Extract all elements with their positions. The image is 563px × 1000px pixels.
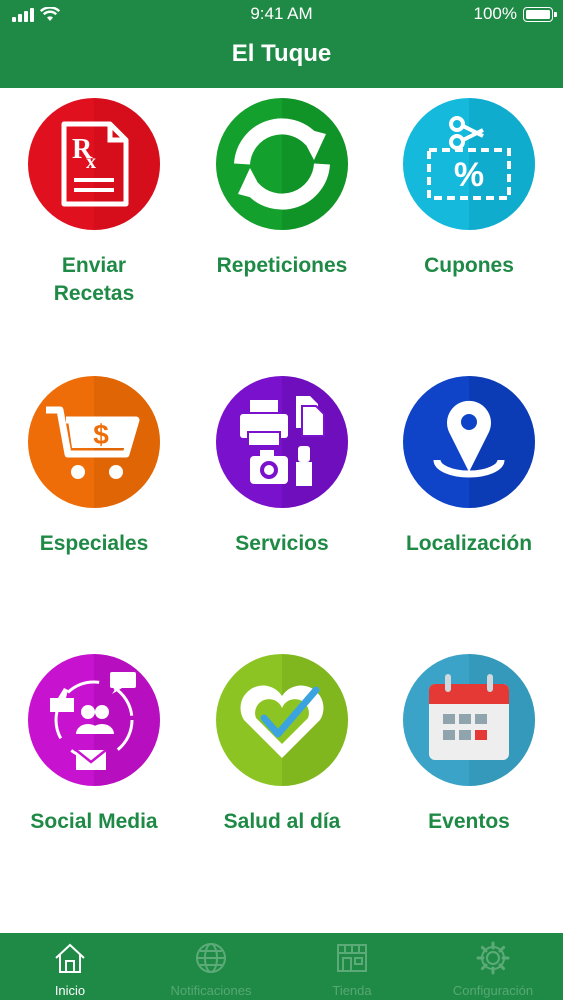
gear-icon bbox=[476, 941, 510, 975]
battery-indicator: 100% bbox=[473, 4, 557, 24]
tile-label: Especiales bbox=[39, 532, 149, 555]
refresh-arrows-icon bbox=[216, 98, 348, 230]
tile-repeticiones[interactable]: Repeticiones bbox=[188, 88, 376, 348]
tile-localizacion[interactable]: Localización bbox=[375, 366, 563, 626]
page-title: El Tuque bbox=[231, 40, 332, 67]
tile-label: Enviar Recetas bbox=[53, 254, 135, 305]
menu-grid: R x Enviar Recetas Repeticiones % Cupone… bbox=[0, 88, 563, 933]
tab-label: Configuración bbox=[452, 983, 534, 998]
location-pin-icon bbox=[403, 376, 535, 508]
bottom-tab-bar: Inicio Notificaciones Tienda Configuraci… bbox=[0, 933, 563, 1000]
battery-icon bbox=[523, 6, 557, 22]
tab-tienda[interactable]: Tienda bbox=[282, 933, 422, 1000]
status-bar: 9:41 AM 100% bbox=[0, 0, 563, 30]
tile-label: Servicios bbox=[235, 532, 329, 555]
app-header: 9:41 AM 100% El Tuque bbox=[0, 0, 563, 88]
prescription-icon: R x bbox=[28, 98, 160, 230]
tile-salud-al-dia[interactable]: Salud al día bbox=[188, 644, 376, 904]
tab-notificaciones[interactable]: Notificaciones bbox=[141, 933, 281, 1000]
tile-label: Eventos bbox=[428, 810, 510, 833]
tab-label: Notificaciones bbox=[170, 983, 252, 998]
tab-label: Tienda bbox=[332, 983, 372, 998]
home-icon bbox=[55, 943, 85, 973]
heart-check-icon bbox=[216, 654, 348, 786]
calendar-icon bbox=[403, 654, 535, 786]
tile-especiales[interactable]: $ Especiales bbox=[0, 366, 188, 626]
globe-icon bbox=[196, 943, 226, 973]
shopping-cart-dollar-icon: $ bbox=[28, 376, 160, 508]
tile-label: Social Media bbox=[30, 810, 158, 833]
tab-label: Inicio bbox=[54, 983, 86, 998]
tile-eventos[interactable]: Eventos bbox=[375, 644, 563, 904]
tile-label: Salud al día bbox=[223, 810, 341, 833]
store-icon bbox=[337, 944, 367, 972]
coupon-scissors-icon: % bbox=[403, 98, 535, 230]
tile-servicios[interactable]: Servicios bbox=[188, 366, 376, 626]
svg-text:x: x bbox=[86, 151, 96, 173]
tile-social-media[interactable]: Social Media bbox=[0, 644, 188, 904]
social-media-icon bbox=[28, 654, 160, 786]
tab-inicio[interactable]: Inicio bbox=[0, 933, 140, 1000]
tile-label: Localización bbox=[405, 532, 533, 555]
tile-label: Cupones bbox=[424, 254, 514, 277]
svg-text:%: % bbox=[454, 156, 484, 194]
battery-percentage: 100% bbox=[473, 4, 517, 23]
tab-configuracion[interactable]: Configuración bbox=[423, 933, 563, 1000]
tile-cupones[interactable]: % Cupones bbox=[375, 88, 563, 348]
services-icon bbox=[216, 376, 348, 508]
tile-enviar-recetas[interactable]: R x Enviar Recetas bbox=[0, 88, 188, 348]
svg-text:$: $ bbox=[93, 419, 109, 450]
tile-label: Repeticiones bbox=[216, 254, 348, 277]
